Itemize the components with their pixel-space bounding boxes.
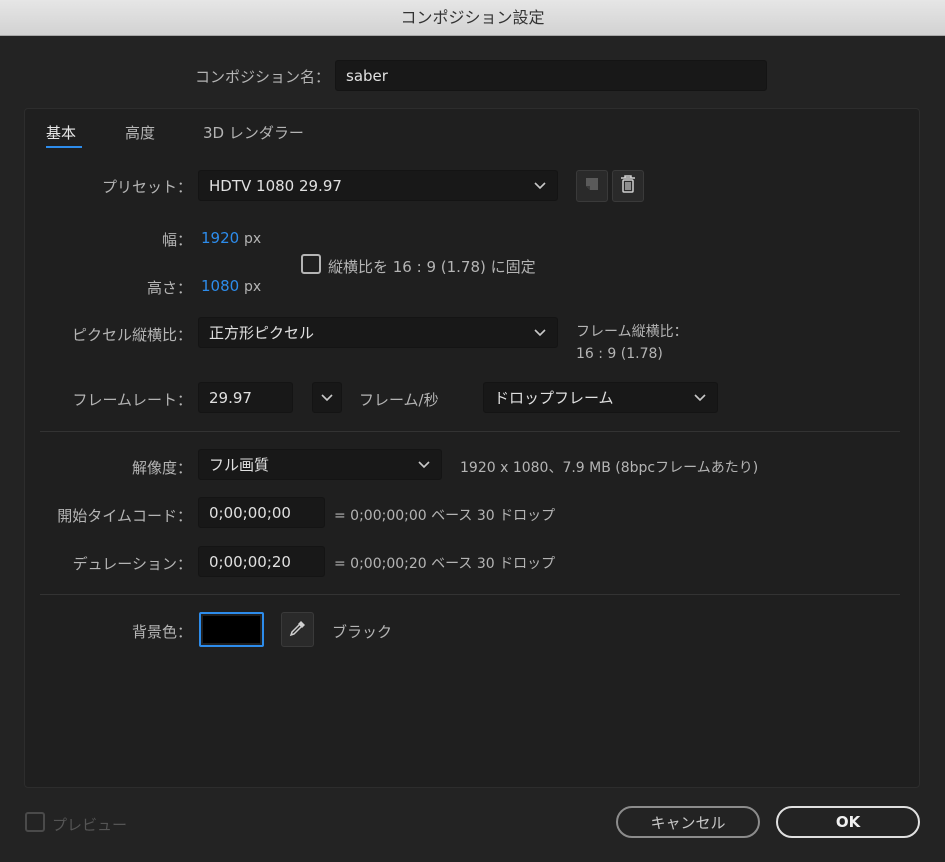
section-divider: [40, 431, 900, 432]
tab-3d-renderer[interactable]: 3D レンダラー: [203, 122, 304, 143]
drop-frame-value: ドロップフレーム: [494, 389, 614, 407]
save-preset-button[interactable]: [576, 170, 608, 202]
frame-aspect-value: 16 : 9 (1.78): [576, 346, 663, 362]
background-color-name: ブラック: [332, 623, 393, 641]
composition-name-label: コンポジション名：: [194, 68, 330, 86]
delete-preset-button[interactable]: [612, 170, 644, 202]
chevron-down-icon: [693, 391, 707, 405]
preview-checkbox[interactable]: [25, 812, 45, 832]
lock-aspect-checkbox[interactable]: [301, 254, 321, 274]
eyedropper-icon: [289, 619, 307, 641]
save-preset-icon: [584, 176, 600, 196]
chevron-down-icon: [417, 458, 431, 472]
duration-info: = 0;00;00;20 ベース 30 ドロップ: [334, 556, 556, 572]
preset-label: プリセット：: [101, 178, 192, 196]
preset-dropdown[interactable]: HDTV 1080 29.97: [198, 170, 558, 201]
duration-label: デュレーション：: [72, 555, 192, 573]
tab-advanced[interactable]: 高度: [125, 122, 155, 143]
preset-value: HDTV 1080 29.97: [209, 176, 342, 195]
frame-rate-label: フレームレート：: [72, 391, 192, 409]
pixel-aspect-value: 正方形ピクセル: [209, 324, 315, 342]
window-title: コンポジション設定: [400, 8, 545, 27]
background-color-label: 背景色：: [131, 623, 192, 641]
tab-basic[interactable]: 基本: [46, 122, 76, 143]
eyedropper-button[interactable]: [281, 612, 314, 647]
resolution-value: フル画質: [209, 456, 270, 474]
frame-rate-input[interactable]: 29.97: [198, 382, 293, 413]
trash-icon: [620, 175, 636, 197]
title-bar: コンポジション設定: [0, 0, 945, 36]
chevron-down-icon: [320, 391, 334, 405]
height-value[interactable]: 1080: [201, 277, 239, 295]
settings-panel: [24, 108, 920, 788]
pixel-aspect-label: ピクセル縦横比：: [71, 326, 192, 344]
frame-rate-unit: フレーム/秒: [359, 391, 439, 409]
drop-frame-dropdown[interactable]: ドロップフレーム: [483, 382, 718, 413]
swatch-fill: [203, 616, 260, 643]
height-label: 高さ：: [146, 279, 192, 297]
width-value-group: 1920 px: [201, 229, 261, 247]
resolution-dropdown[interactable]: フル画質: [198, 449, 442, 480]
width-value[interactable]: 1920: [201, 229, 239, 247]
section-divider: [40, 594, 900, 595]
cancel-button[interactable]: キャンセル: [616, 806, 760, 838]
lock-aspect-label: 縦横比を 16 : 9 (1.78) に固定: [328, 258, 536, 276]
background-color-swatch[interactable]: [199, 612, 264, 647]
ok-button[interactable]: OK: [776, 806, 920, 838]
width-label: 幅：: [161, 231, 192, 249]
chevron-down-icon: [533, 326, 547, 340]
height-value-group: 1080 px: [201, 277, 261, 295]
resolution-label: 解像度：: [131, 459, 192, 477]
frame-aspect-label: フレーム縦横比：: [576, 324, 688, 340]
duration-input[interactable]: 0;00;00;20: [198, 546, 325, 577]
pixel-aspect-dropdown[interactable]: 正方形ピクセル: [198, 317, 558, 348]
width-unit: px: [243, 231, 262, 247]
height-unit: px: [243, 279, 262, 295]
preview-label: プレビュー: [52, 816, 128, 834]
start-timecode-label: 開始タイムコード：: [57, 507, 192, 525]
composition-name-input[interactable]: saber: [335, 60, 767, 91]
start-timecode-info: = 0;00;00;00 ベース 30 ドロップ: [334, 508, 556, 524]
start-timecode-input[interactable]: 0;00;00;00: [198, 497, 325, 528]
chevron-down-icon: [533, 179, 547, 193]
resolution-info: 1920 x 1080、7.9 MB (8bpcフレームあたり): [460, 460, 759, 476]
frame-rate-preset-dropdown[interactable]: [312, 382, 342, 413]
tab-active-indicator: [46, 146, 82, 148]
